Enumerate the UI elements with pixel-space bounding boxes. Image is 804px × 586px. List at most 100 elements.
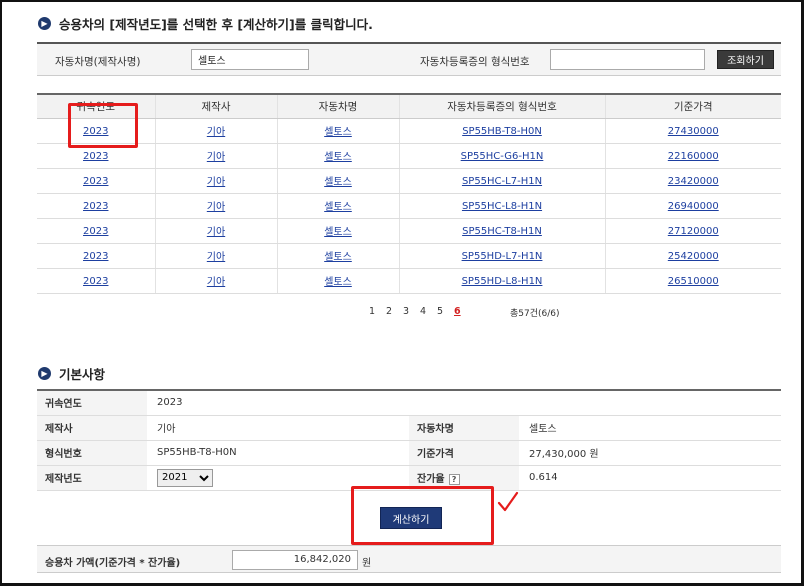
link-model[interactable]: SP55HD-L7-H1N (462, 251, 543, 262)
page-link[interactable]: 3 (403, 306, 409, 317)
help-icon[interactable]: ? (448, 473, 460, 485)
link-year[interactable]: 2023 (83, 201, 108, 212)
link-model[interactable]: SP55HC-L7-H1N (462, 176, 542, 187)
link-maker[interactable]: 기아 (207, 277, 225, 288)
instruction-heading: ▶ 승용차의 [제작년도]를 선택한 후 [계산하기]를 클릭합니다. (38, 14, 373, 33)
model-number-input[interactable] (550, 49, 705, 70)
link-car[interactable]: 셀토스 (324, 227, 352, 238)
page-link[interactable]: 5 (437, 306, 443, 317)
table-row: 2023 기아 셀토스 SP55HC-L7-H1N 23420000 (37, 168, 781, 194)
link-year[interactable]: 2023 (83, 226, 108, 237)
cell-car: 셀토스 (276, 168, 399, 194)
cell-year: 2023 (37, 193, 155, 219)
link-model[interactable]: SP55HC-L8-H1N (462, 201, 542, 212)
link-year[interactable]: 2023 (83, 151, 108, 162)
link-car[interactable]: 셀토스 (324, 152, 352, 163)
basic-info-table: 귀속연도 2023 제작사 기아 자동차명 셀토스 형식번호 SP55HB-T8… (37, 389, 781, 491)
result-value-field: 16,842,020 (232, 550, 358, 570)
link-car[interactable]: 셀토스 (324, 177, 352, 188)
cell-maker: 기아 (154, 193, 277, 219)
made-year-label: 제작년도 (37, 465, 147, 491)
page-link[interactable]: 1 (369, 306, 375, 317)
residual-label: 잔가율 (417, 474, 445, 485)
link-maker[interactable]: 기아 (207, 177, 225, 188)
link-car[interactable]: 셀토스 (324, 252, 352, 263)
link-price[interactable]: 25420000 (668, 251, 719, 262)
cell-model: SP55HD-L7-H1N (398, 243, 605, 269)
link-price[interactable]: 22160000 (668, 151, 719, 162)
link-price[interactable]: 23420000 (668, 176, 719, 187)
cell-model: SP55HC-L8-H1N (398, 193, 605, 219)
search-panel: 자동차명(제작사명) 자동차등록증의 형식번호 조회하기 (37, 42, 781, 76)
table-row: 2023 기아 셀토스 SP55HC-G6-H1N 22160000 (37, 143, 781, 169)
model-label: 형식번호 (37, 440, 147, 466)
cell-maker: 기아 (154, 143, 277, 169)
link-car[interactable]: 셀토스 (324, 277, 352, 288)
link-year[interactable]: 2023 (83, 276, 108, 287)
made-year-select[interactable]: 2021 (157, 468, 213, 487)
cell-model: SP55HB-T8-H0N (398, 118, 605, 144)
link-year[interactable]: 2023 (83, 251, 108, 262)
link-price[interactable]: 26940000 (668, 201, 719, 212)
cell-price: 23420000 (604, 168, 781, 194)
col-header-model: 자동차등록증의 형식번호 (398, 93, 605, 119)
col-header-maker: 제작사 (154, 93, 277, 119)
model-value: SP55HB-T8-H0N (147, 440, 409, 466)
price-label: 기준가격 (409, 440, 519, 466)
cell-maker: 기아 (154, 218, 277, 244)
highlight-box-year (68, 103, 138, 148)
link-model[interactable]: SP55HB-T8-H0N (462, 126, 542, 137)
page-link[interactable]: 4 (420, 306, 426, 317)
circle-arrow-icon: ▶ (38, 367, 51, 380)
link-model[interactable]: SP55HC-T8-H1N (462, 226, 542, 237)
cell-price: 25420000 (604, 243, 781, 269)
link-year[interactable]: 2023 (83, 176, 108, 187)
red-check-mark-icon (497, 491, 519, 512)
price-value: 27,430,000 원 (519, 440, 781, 466)
maker-value: 기아 (147, 415, 409, 441)
page-link-current[interactable]: 6 (454, 306, 461, 317)
link-maker[interactable]: 기아 (207, 252, 225, 263)
cell-car: 셀토스 (276, 218, 399, 244)
vehicle-table: 귀속연도 제작사 자동차명 자동차등록증의 형식번호 기준가격 2023 기아 셀토… (37, 93, 781, 294)
cell-year: 2023 (37, 268, 155, 294)
table-row: 2023 기아 셀토스 SP55HD-L8-H1N 26510000 (37, 268, 781, 294)
link-model[interactable]: SP55HD-L8-H1N (462, 276, 543, 287)
link-maker[interactable]: 기아 (207, 152, 225, 163)
car-name-label: 자동차명(제작사명) (55, 56, 141, 68)
cell-car: 셀토스 (276, 268, 399, 294)
cell-price: 26510000 (604, 268, 781, 294)
model-number-label: 자동차등록증의 형식번호 (420, 56, 530, 68)
link-price[interactable]: 27430000 (668, 126, 719, 137)
link-car[interactable]: 셀토스 (324, 127, 352, 138)
link-price[interactable]: 26510000 (668, 276, 719, 287)
highlight-box-calculate (351, 486, 494, 545)
total-count: 총57건(6/6) (510, 309, 560, 319)
link-car[interactable]: 셀토스 (324, 202, 352, 213)
residual-value: 0.614 (519, 465, 781, 491)
link-maker[interactable]: 기아 (207, 127, 225, 138)
instruction-text: 승용차의 [제작년도]를 선택한 후 [계산하기]를 클릭합니다. (59, 17, 373, 32)
link-maker[interactable]: 기아 (207, 202, 225, 213)
cell-price: 26940000 (604, 193, 781, 219)
basic-info-heading: ▶ 기본사항 (38, 364, 105, 383)
col-header-car: 자동차명 (276, 93, 399, 119)
cell-price: 27430000 (604, 118, 781, 144)
search-button[interactable]: 조회하기 (717, 50, 774, 69)
cell-car: 셀토스 (276, 143, 399, 169)
car-name-input[interactable] (191, 49, 309, 70)
cell-year: 2023 (37, 243, 155, 269)
cell-maker: 기아 (154, 118, 277, 144)
maker-label: 제작사 (37, 415, 147, 441)
cell-maker: 기아 (154, 268, 277, 294)
basic-info-title: 기본사항 (59, 367, 106, 382)
cell-model: SP55HC-T8-H1N (398, 218, 605, 244)
year-value: 2023 (147, 390, 781, 416)
link-maker[interactable]: 기아 (207, 227, 225, 238)
page-link[interactable]: 2 (386, 306, 392, 317)
cell-car: 셀토스 (276, 193, 399, 219)
link-price[interactable]: 27120000 (668, 226, 719, 237)
cell-car: 셀토스 (276, 118, 399, 144)
car-label: 자동차명 (409, 415, 519, 441)
link-model[interactable]: SP55HC-G6-H1N (461, 151, 544, 162)
